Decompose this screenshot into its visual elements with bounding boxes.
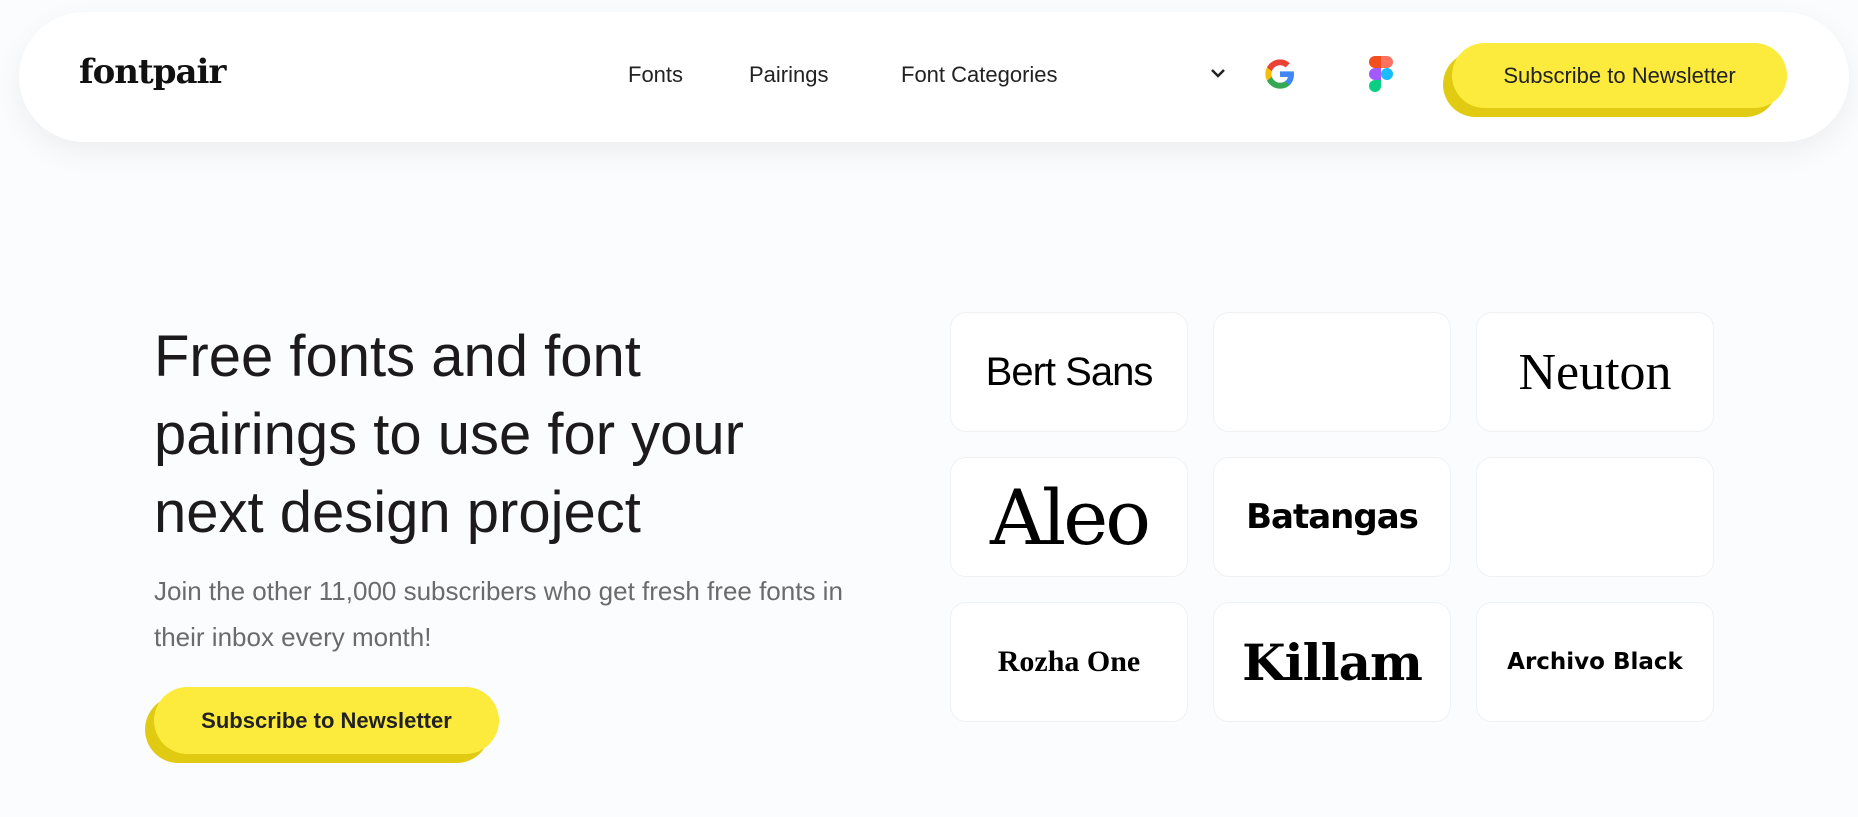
hero-subtitle: Join the other 11,000 subscribers who ge… xyxy=(154,576,843,652)
logo[interactable]: fontpair xyxy=(79,52,226,92)
nav-pairings[interactable]: Pairings xyxy=(749,62,828,88)
figma-icon[interactable] xyxy=(1369,56,1393,92)
font-name: Killam xyxy=(1242,632,1423,692)
font-card-aleo[interactable]: Aleo xyxy=(950,457,1188,577)
font-card-empty[interactable] xyxy=(1476,457,1714,577)
chevron-down-icon[interactable] xyxy=(1210,62,1226,85)
font-grid: Bert Sans Neuton Aleo Batangas Rozha One… xyxy=(950,312,1714,722)
nav-font-categories[interactable]: Font Categories xyxy=(901,62,1058,88)
top-nav: fontpair Fonts Pairings Font Categories … xyxy=(19,12,1849,142)
font-card-neuton[interactable]: Neuton xyxy=(1476,312,1714,432)
hero-title: Free fonts and font pairings to use for … xyxy=(154,324,744,545)
font-name: Archivo Black xyxy=(1507,649,1683,675)
font-card-rozha-one[interactable]: Rozha One xyxy=(950,602,1188,722)
font-name: Bert Sans xyxy=(985,349,1154,394)
font-card-killam[interactable]: Killam xyxy=(1213,602,1451,722)
font-name: Aleo xyxy=(990,472,1151,562)
font-card-batangas[interactable]: Batangas xyxy=(1213,457,1451,577)
font-card-archivo-black[interactable]: Archivo Black xyxy=(1476,602,1714,722)
subscribe-newsletter-button[interactable]: Subscribe to Newsletter xyxy=(1452,43,1787,108)
font-card-empty[interactable] xyxy=(1213,312,1451,432)
google-icon[interactable] xyxy=(1264,58,1296,90)
hero-subscribe-button[interactable]: Subscribe to Newsletter xyxy=(154,687,499,754)
font-name: Neuton xyxy=(1518,343,1672,401)
font-card-bert-sans[interactable]: Bert Sans xyxy=(950,312,1188,432)
nav-fonts[interactable]: Fonts xyxy=(628,62,683,88)
font-name: Batangas xyxy=(1246,497,1419,537)
font-name: Rozha One xyxy=(997,645,1141,678)
